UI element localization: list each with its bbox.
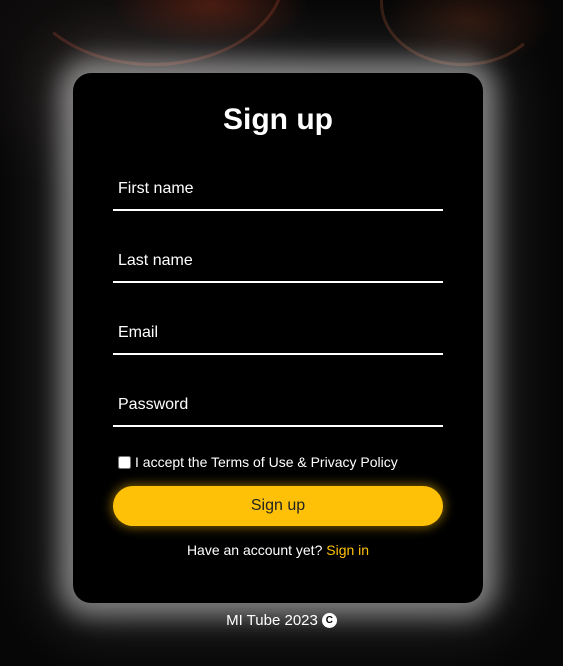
- last-name-field: [113, 241, 443, 283]
- signin-link[interactable]: Sign in: [326, 542, 369, 558]
- page-title: Sign up: [223, 103, 333, 136]
- footer: MI Tube 2023 C: [0, 612, 563, 629]
- email-field: [113, 313, 443, 355]
- email-input[interactable]: [113, 313, 443, 353]
- last-name-input[interactable]: [113, 241, 443, 281]
- footer-text: MI Tube 2023: [226, 612, 318, 629]
- account-prompt-text: Have an account yet?: [186, 542, 323, 558]
- signup-card: Sign up I accept the Terms of Use & Priv…: [73, 73, 483, 603]
- first-name-field: [113, 169, 443, 211]
- signin-prompt: Have an account yet? Sign in: [73, 542, 483, 558]
- terms-row: I accept the Terms of Use & Privacy Poli…: [118, 454, 398, 470]
- terms-checkbox[interactable]: [118, 455, 131, 469]
- signup-button[interactable]: Sign up: [113, 486, 443, 526]
- password-field: [113, 385, 443, 427]
- first-name-input[interactable]: [113, 169, 443, 209]
- password-input[interactable]: [113, 385, 443, 425]
- background-decoration: [380, 0, 546, 66]
- terms-label: I accept the Terms of Use & Privacy Poli…: [135, 454, 398, 470]
- copyright-icon: C: [321, 613, 337, 628]
- background-decoration: [20, 0, 286, 66]
